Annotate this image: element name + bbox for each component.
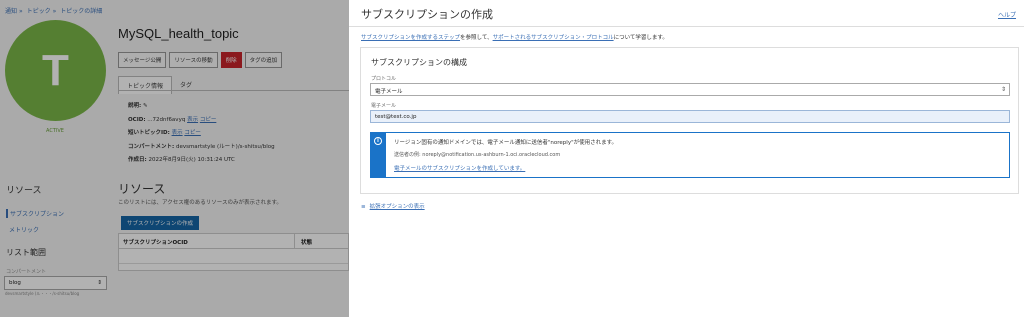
panel-divider: [349, 26, 1024, 27]
intro-text: を参照して、: [460, 35, 493, 41]
modal-overlay[interactable]: [0, 0, 349, 317]
info-notice: i リージョン固有の通知ドメインでは、電子メール通知に送信者"noreply"が…: [370, 132, 1010, 178]
email-field[interactable]: test@test.co.jp: [370, 110, 1010, 123]
email-label: 電子メール: [371, 103, 397, 109]
panel-intro: サブスクリプションを作成するステップを参照して、サポートされるサブスクリプション…: [361, 33, 668, 41]
notice-bar: i: [371, 133, 386, 177]
panel-title: サブスクリプションの作成: [361, 8, 493, 21]
create-subscription-panel: サブスクリプションの作成 ヘルプ サブスクリプションを作成するステップを参照して…: [349, 0, 1024, 317]
email-value: test@test.co.jp: [375, 114, 417, 120]
intro-text-end: について学習します。: [613, 35, 668, 41]
protocol-select[interactable]: 電子メール ⇕: [370, 83, 1010, 96]
protocol-value: 電子メール: [375, 89, 403, 95]
subscription-config-card: サブスクリプションの構成 プロトコル 電子メール ⇕ 電子メール test@te…: [360, 47, 1019, 194]
section-title: サブスクリプションの構成: [371, 58, 467, 67]
advanced-options-toggle[interactable]: ≡ 拡張オプションの表示: [361, 202, 425, 210]
protocols-link[interactable]: サポートされるサブスクリプション・プロトコル: [493, 35, 614, 41]
protocol-label: プロトコル: [371, 76, 397, 82]
advanced-options-link[interactable]: 拡張オプションの表示: [370, 204, 425, 210]
help-link[interactable]: ヘルプ: [998, 10, 1016, 19]
info-icon: i: [374, 137, 382, 145]
options-icon: ≡: [361, 204, 366, 210]
notice-text: リージョン固有の通知ドメインでは、電子メール通知に送信者"noreply"が使用…: [394, 140, 618, 146]
updown-icon: ⇕: [1000, 86, 1006, 93]
notice-sender-example: 送信者の例: noreply@notification.us-ashburn-1…: [394, 152, 561, 158]
notice-link[interactable]: 電子メールのサブスクリプションを作成しています。: [394, 164, 525, 172]
background-page: 通知» トピック» トピックの詳細 T ACTIVE MySQL_health_…: [0, 0, 349, 317]
steps-link[interactable]: サブスクリプションを作成するステップ: [361, 35, 460, 41]
